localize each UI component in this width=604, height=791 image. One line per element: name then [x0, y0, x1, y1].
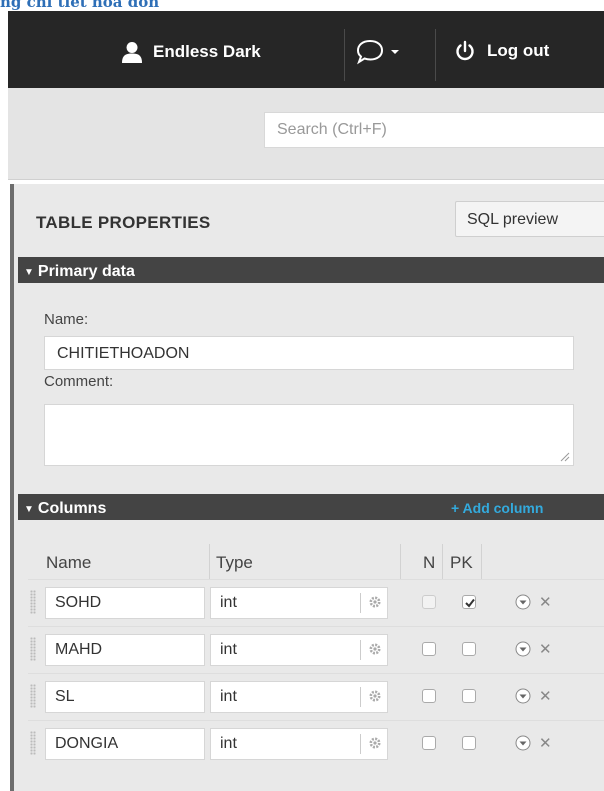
close-icon[interactable]: ✕: [539, 640, 552, 658]
drag-grip-icon[interactable]: [30, 637, 36, 661]
logout-button[interactable]: Log out: [455, 40, 549, 62]
user-icon: [122, 42, 142, 63]
resize-handle-icon[interactable]: [560, 452, 570, 462]
divider: [481, 544, 482, 580]
collapse-arrow-icon: ▼: [24, 266, 34, 278]
collapse-arrow-icon: ▼: [24, 503, 34, 515]
section-label: Primary data: [37, 263, 135, 280]
user-menu[interactable]: Endless Dark: [121, 41, 261, 63]
checkmark-icon: [465, 598, 475, 608]
chevron-circle-icon[interactable]: [515, 594, 531, 610]
column-name-input[interactable]: SOHD: [45, 587, 205, 619]
search-bar: Search (Ctrl+F): [8, 88, 604, 180]
column-header-pk: PK: [450, 553, 473, 572]
search-input[interactable]: Search (Ctrl+F): [264, 112, 604, 148]
divider: [360, 734, 361, 754]
divider: [344, 29, 345, 81]
column-header-type: Type: [216, 553, 253, 572]
chevron-circle-icon[interactable]: [515, 641, 531, 657]
gear-icon[interactable]: [368, 642, 382, 656]
drag-grip-icon[interactable]: [30, 590, 36, 614]
primary-key-checkbox[interactable]: [462, 642, 476, 656]
table-properties-panel: TABLE PROPERTIES SQL preview ▼ Primary d…: [10, 184, 604, 791]
column-header-n: N: [423, 553, 436, 572]
column-type-input[interactable]: int: [210, 728, 388, 760]
comment-label: Comment:: [44, 373, 114, 390]
close-icon[interactable]: ✕: [539, 687, 552, 705]
column-type-input[interactable]: int: [210, 587, 388, 619]
column-name-input[interactable]: DONGIA: [45, 728, 205, 760]
comment-textarea[interactable]: [44, 404, 574, 466]
divider: [360, 687, 361, 707]
chat-menu-button[interactable]: [355, 38, 401, 66]
name-label: Name:: [44, 311, 89, 328]
close-icon[interactable]: ✕: [539, 593, 552, 611]
column-row: MAHD int ✕: [28, 626, 604, 674]
drag-grip-icon[interactable]: [30, 731, 36, 755]
add-column-link[interactable]: + Add column: [451, 500, 543, 516]
column-name-input[interactable]: SL: [45, 681, 205, 713]
column-type-input[interactable]: int: [210, 681, 388, 713]
drag-grip-icon[interactable]: [30, 684, 36, 708]
column-type-value: int: [220, 594, 237, 611]
gear-icon[interactable]: [368, 595, 382, 609]
top-navigation-bar: Endless Dark Log out: [8, 11, 604, 88]
divider: [400, 544, 401, 580]
primary-key-checkbox[interactable]: [462, 736, 476, 750]
primary-data-section-header[interactable]: ▼ Primary data: [18, 257, 604, 283]
nullable-checkbox[interactable]: [422, 689, 436, 703]
logout-label: Log out: [487, 41, 550, 60]
chevron-circle-icon[interactable]: [515, 688, 531, 704]
panel-title: TABLE PROPERTIES: [36, 213, 211, 232]
divider: [442, 544, 443, 580]
column-type-value: int: [220, 641, 237, 658]
column-header-name: Name: [46, 553, 92, 572]
chevron-down-icon: [391, 50, 399, 54]
divider: [360, 640, 361, 660]
divider: [435, 29, 436, 81]
chevron-circle-icon[interactable]: [515, 735, 531, 751]
username-label: Endless Dark: [153, 42, 261, 61]
primary-key-checkbox[interactable]: [462, 689, 476, 703]
section-label: Columns: [37, 500, 107, 517]
column-type-input[interactable]: int: [210, 634, 388, 666]
sql-preview-button[interactable]: SQL preview: [455, 201, 604, 237]
power-icon: [456, 40, 474, 61]
column-row: SOHD int ✕: [28, 579, 604, 627]
divider: [209, 544, 210, 580]
primary-key-checkbox[interactable]: [462, 595, 476, 609]
column-type-value: int: [220, 735, 237, 752]
divider: [360, 593, 361, 613]
table-name-input[interactable]: CHITIETHOADON: [44, 336, 574, 370]
close-icon[interactable]: ✕: [539, 734, 552, 752]
columns-section-header[interactable]: ▼ Columns + Add column: [18, 494, 604, 520]
column-row: SL int ✕: [28, 673, 604, 721]
chat-bubble-icon: [356, 39, 384, 65]
nullable-checkbox[interactable]: [422, 736, 436, 750]
gear-icon[interactable]: [368, 689, 382, 703]
nullable-checkbox[interactable]: [422, 595, 436, 609]
nullable-checkbox[interactable]: [422, 642, 436, 656]
column-row: DONGIA int ✕: [28, 720, 604, 768]
column-name-input[interactable]: MAHD: [45, 634, 205, 666]
document-heading: ng chi tiet hoa don: [0, 0, 160, 11]
column-type-value: int: [220, 688, 237, 705]
gear-icon[interactable]: [368, 736, 382, 750]
